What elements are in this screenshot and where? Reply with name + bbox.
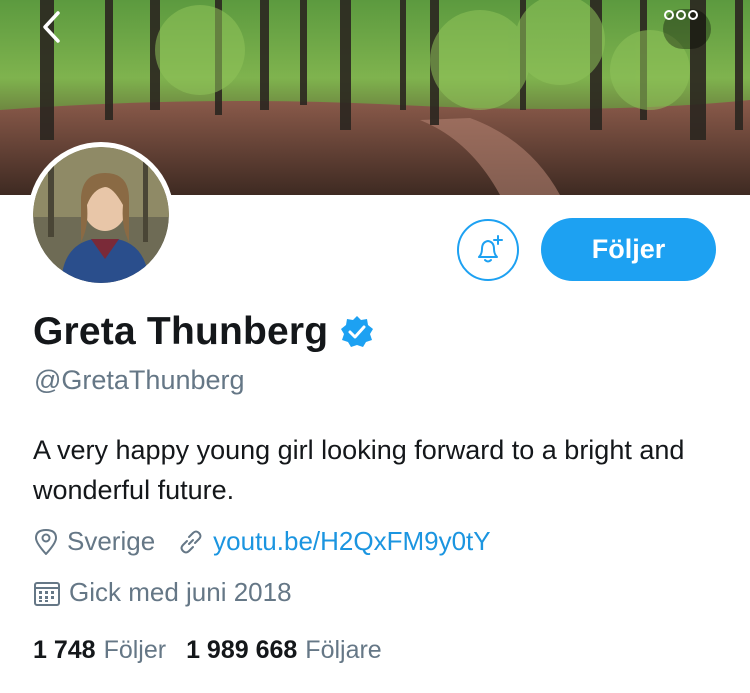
followers-label: Följare <box>305 636 382 664</box>
calendar-icon <box>34 581 60 606</box>
website-item[interactable]: youtu.be/H2QxFM9y0tY <box>177 526 491 557</box>
chevron-left-icon <box>43 11 60 43</box>
joined-row: Gick med juni 2018 <box>33 577 292 608</box>
following-count: 1 748 <box>33 636 96 664</box>
bell-plus-icon <box>478 235 503 263</box>
profile-meta-row: Sverige youtu.be/H2QxFM9y0tY <box>33 526 491 557</box>
location-item: Sverige <box>33 526 155 557</box>
back-button[interactable] <box>40 10 86 56</box>
location-text: Sverige <box>67 526 156 556</box>
joined-text: Gick med juni 2018 <box>69 577 292 607</box>
avatar[interactable] <box>28 142 174 288</box>
username-handle: @GretaThunberg <box>34 365 245 395</box>
joined-item: Gick med juni 2018 <box>33 577 292 608</box>
display-name: Greta Thunberg <box>33 310 329 353</box>
followers-count: 1 989 668 <box>186 636 298 664</box>
more-dots-icon <box>664 10 698 20</box>
follow-stats: 1 748 Följer 1 989 668 Följare <box>33 636 402 665</box>
following-label: Följer <box>103 636 167 664</box>
following-button[interactable]: Följer <box>541 218 716 281</box>
website-link[interactable]: youtu.be/H2QxFM9y0tY <box>213 526 490 557</box>
verified-badge-icon <box>341 316 374 347</box>
following-stat[interactable]: 1 748 Följer <box>33 636 166 665</box>
link-icon <box>180 530 202 553</box>
followers-stat[interactable]: 1 989 668 Följare <box>186 636 382 665</box>
location-pin-icon <box>35 528 57 555</box>
avatar-photo <box>33 147 169 283</box>
notifications-button[interactable] <box>457 219 519 281</box>
more-button[interactable] <box>663 9 711 49</box>
profile-name-row: Greta Thunberg <box>33 310 374 354</box>
profile-bio: A very happy young girl looking forward … <box>33 435 685 505</box>
